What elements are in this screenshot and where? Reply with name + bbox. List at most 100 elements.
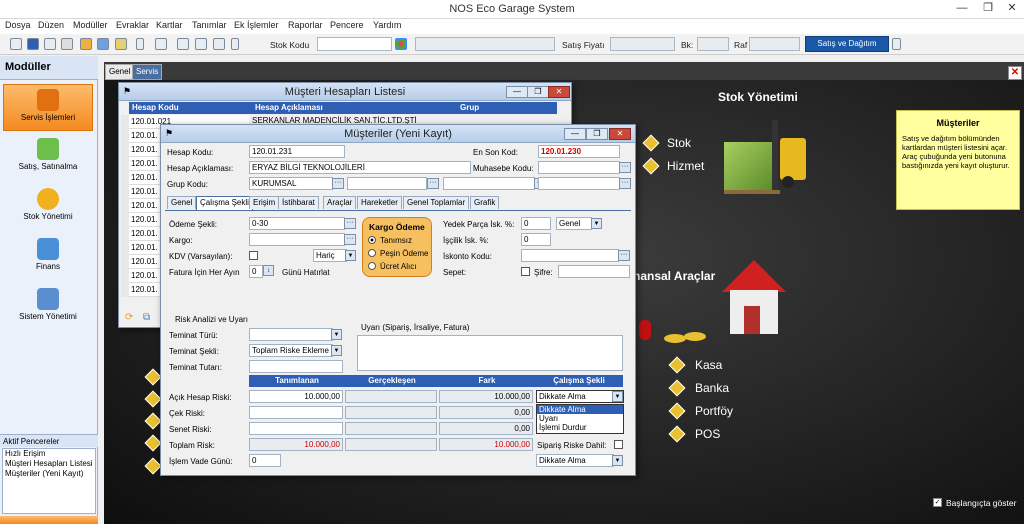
islem-sekil-select[interactable]: Dikkate Alma	[536, 454, 614, 467]
pos-item[interactable]: POS	[695, 427, 720, 441]
paste-icon[interactable]	[213, 38, 225, 50]
dropdown-option[interactable]: Dikkate Alma	[537, 405, 623, 414]
chevron-down-icon[interactable]: ▼	[612, 391, 623, 402]
list-close-button[interactable]: ✕	[548, 86, 570, 98]
form-maximize-button[interactable]: ❐	[586, 128, 608, 140]
chevron-down-icon[interactable]: ▼	[612, 455, 623, 466]
menu-evraklar[interactable]: Evraklar	[116, 20, 149, 30]
list-maximize-button[interactable]: ❐	[527, 86, 549, 98]
calisma-sekli-select[interactable]: Dikkate Alma	[536, 390, 624, 403]
tab-erisim[interactable]: Erişim	[249, 196, 280, 209]
menu-tanimlar[interactable]: Tanımlar	[192, 20, 227, 30]
stok-item[interactable]: Stok	[667, 136, 691, 150]
col-hesap-kodu[interactable]: Hesap Kodu	[129, 102, 252, 114]
tab-genel-toplamlar[interactable]: Genel Toplamlar	[403, 196, 470, 209]
menu-ek-islemler[interactable]: Ek İşlemler	[234, 20, 279, 30]
fatura-gun-field[interactable]: 0	[249, 265, 263, 278]
menu-raporlar[interactable]: Raporlar	[288, 20, 323, 30]
active-window-item[interactable]: Hızlı Erişim	[3, 449, 95, 459]
copy-icon[interactable]: ⧉	[143, 312, 150, 323]
colors-icon[interactable]	[395, 38, 407, 50]
new-icon[interactable]	[10, 38, 22, 50]
edit-icon[interactable]	[44, 38, 56, 50]
close-button[interactable]: ✕	[998, 0, 1024, 19]
col-hesap-aciklamasi[interactable]: Hesap Açıklaması	[252, 102, 457, 114]
grup-kodu-field[interactable]: KURUMSAL	[249, 177, 333, 190]
chevron-down-icon[interactable]: ▼	[591, 218, 602, 229]
menu-duzen[interactable]: Düzen	[38, 20, 64, 30]
kargo-field[interactable]	[249, 233, 345, 246]
bk-input[interactable]	[697, 37, 729, 51]
hizmet-item[interactable]: Hizmet	[667, 159, 704, 173]
dropdown-icon[interactable]	[136, 38, 144, 50]
copy-icon[interactable]	[195, 38, 207, 50]
refresh-icon[interactable]: ⟳	[125, 312, 133, 323]
grup-lookup-icon[interactable]: ···	[332, 178, 344, 189]
delete-icon[interactable]	[61, 38, 73, 50]
menu-yardim[interactable]: Yardım	[373, 20, 401, 30]
active-window-item[interactable]: Müşteriler (Yeni Kayıt)	[3, 469, 95, 479]
tab-grafik[interactable]: Grafik	[470, 196, 500, 209]
islem-vade-field[interactable]: 0	[249, 454, 281, 467]
tab-genel[interactable]: Genel	[167, 196, 197, 209]
grup-kodu-2-field[interactable]	[347, 177, 427, 190]
stepper-icon[interactable]: ↕	[263, 265, 274, 276]
grup-kodu-3-field[interactable]	[443, 177, 535, 190]
iskonto-lookup-icon[interactable]: ···	[618, 250, 630, 261]
menu-kartlar[interactable]: Kartlar	[156, 20, 183, 30]
hesap-aciklamasi-field[interactable]: ERYAZ BİLGİ TEKNOLOJİLERİ	[249, 161, 471, 174]
tab-genel[interactable]: Genel	[105, 64, 135, 80]
form-close-button[interactable]: ✕	[609, 128, 631, 140]
teminat-tutari-field[interactable]	[249, 360, 343, 373]
module-stok[interactable]: Stok Yönetimi	[3, 184, 93, 231]
stok-kodu-input[interactable]	[317, 37, 392, 51]
kdv-checkbox[interactable]	[249, 251, 258, 260]
module-servis[interactable]: Servis İşlemleri	[3, 84, 93, 131]
radio-pesin[interactable]	[368, 249, 376, 257]
print-icon[interactable]	[97, 38, 109, 50]
grup-2-lookup-icon[interactable]: ···	[427, 178, 439, 189]
more-icon[interactable]	[231, 38, 239, 50]
satis-dagitim-button[interactable]: Satış ve Dağıtım	[805, 36, 889, 52]
undo-icon[interactable]	[155, 38, 167, 50]
cut-icon[interactable]	[177, 38, 189, 50]
radio-ucret-alici[interactable]	[368, 262, 376, 270]
hesap-kodu-field[interactable]: 120.01.231	[249, 145, 345, 158]
dropdown-option[interactable]: İşlemi Durdur	[537, 423, 623, 432]
teminat-sekli-select[interactable]: Toplam Riske Ekleme	[249, 344, 333, 357]
banka-item[interactable]: Banka	[695, 381, 729, 395]
odeme-sekli-field[interactable]: 0-30	[249, 217, 345, 230]
close-icon[interactable]: ✕	[1008, 66, 1022, 80]
grup-kodu-4-field[interactable]	[538, 177, 620, 190]
siparis-riske-checkbox[interactable]	[614, 440, 623, 449]
tab-servis[interactable]: Servis	[132, 64, 163, 80]
yedek-parca-type[interactable]: Genel	[556, 217, 592, 230]
portfoy-item[interactable]: Portföy	[695, 404, 733, 418]
chevron-down-icon[interactable]: ▼	[345, 250, 356, 261]
report-icon[interactable]	[115, 38, 127, 50]
minimize-button[interactable]: —	[948, 0, 976, 19]
tab-istihbarat[interactable]: İstihbarat	[278, 196, 319, 209]
module-sistem[interactable]: Sistem Yönetimi	[3, 284, 93, 331]
kasa-item[interactable]: Kasa	[695, 358, 722, 372]
list-minimize-button[interactable]: —	[506, 86, 528, 98]
tab-araclar[interactable]: Araçlar	[323, 196, 357, 209]
yedek-parca-field[interactable]: 0	[521, 217, 551, 230]
grup-4-lookup-icon[interactable]: ···	[619, 178, 631, 189]
satis-fiyati-input[interactable]	[610, 37, 675, 51]
col-grup[interactable]: Grup	[457, 102, 557, 114]
senet-riski-tanimlanan[interactable]	[249, 422, 343, 435]
tab-hareketler[interactable]: Hareketler	[357, 196, 402, 209]
form-minimize-button[interactable]: —	[564, 128, 586, 140]
iscilik-field[interactable]: 0	[521, 233, 551, 246]
muhasebe-lookup-icon[interactable]: ···	[619, 162, 631, 173]
uyari-textarea[interactable]	[357, 335, 623, 371]
iskonto-field[interactable]	[521, 249, 619, 262]
odeme-lookup-icon[interactable]: ···	[344, 218, 356, 229]
sepet-checkbox[interactable]	[521, 267, 530, 276]
tab-calisma-sekli[interactable]: Çalışma Şekli	[196, 196, 253, 210]
active-window-item[interactable]: Müşteri Hesapları Listesi	[3, 459, 95, 469]
stok-desc-input[interactable]	[415, 37, 555, 51]
dropdown-option[interactable]: Uyarı	[537, 414, 623, 423]
module-satis[interactable]: Satış, Satınalma	[3, 134, 93, 181]
